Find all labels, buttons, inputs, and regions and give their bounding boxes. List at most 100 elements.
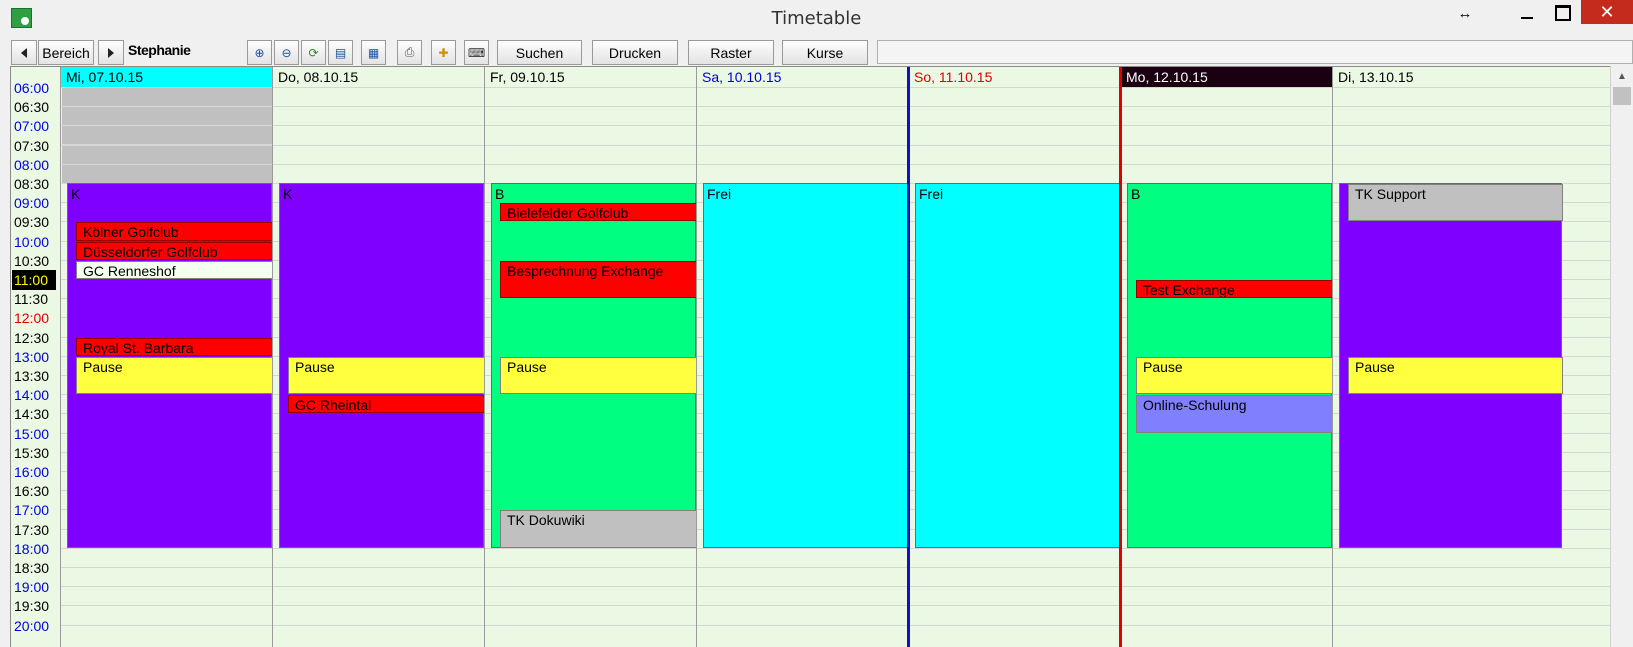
day-header[interactable]: So, 11.10.15 [909,67,1120,87]
weekend-divider-blue [907,67,910,647]
block-label: B [495,186,505,202]
vertical-scrollbar[interactable]: ▲ [1610,66,1633,647]
appointment[interactable]: Pause [1136,356,1333,395]
keyboard-icon[interactable]: ⌨ [464,40,489,65]
courses-button-label: Kurse [806,44,844,61]
appointment[interactable]: Online-Schulung [1136,395,1333,433]
appointment[interactable]: TK Dokuwiki [500,510,697,548]
day-header[interactable]: Di, 13.10.15 [1333,67,1562,87]
toolbar-status-field [877,40,1633,64]
area-button-label: Bereich [42,44,90,61]
triangle-left-icon [21,47,27,58]
block-label: B [1131,186,1141,202]
day-column[interactable]: Di, 13.10.15 TK Support Pause [1332,67,1563,647]
zoom-out-icon[interactable]: ⊖ [274,40,299,65]
print-button-label: Drucken [608,44,662,61]
time-label: 17:30 [14,521,50,538]
scroll-up-icon[interactable]: ▲ [1611,66,1633,86]
time-label: 13:30 [14,368,50,384]
block-label: Frei [919,186,944,202]
appointment[interactable]: Test Exchange [1136,280,1333,299]
time-label: 06:00 [14,80,50,96]
close-button[interactable]: ✕ [1581,0,1633,24]
time-label: 19:30 [14,598,50,615]
appointment[interactable]: Bielefelder Golfclub [500,203,697,222]
time-label: 15:30 [14,444,50,461]
courses-button[interactable]: Kurse [782,40,868,65]
time-label: 10:00 [14,233,50,250]
next-button[interactable] [98,40,124,65]
appointment[interactable]: Düsseldorfer Golfclub [76,241,273,260]
day-column[interactable]: Sa, 10.10.15 Frei [696,67,908,647]
resize-arrows-icon[interactable]: ↔ [1450,0,1480,26]
triangle-right-icon [108,47,114,58]
appointment[interactable]: Pause [1348,356,1563,395]
day-header[interactable]: Do, 08.10.15 [273,67,484,87]
appointment[interactable]: Pause [500,356,697,395]
day-column[interactable]: Do, 08.10.15 K Pause GC Rheintal [272,67,485,647]
print-button[interactable]: Drucken [592,40,678,65]
time-label: 11:30 [14,291,48,308]
day-column[interactable]: So, 11.10.15 Frei [908,67,1120,647]
appointment[interactable]: Besprechnung Exchange [500,260,697,299]
day-header[interactable]: Sa, 10.10.15 [697,67,908,87]
appointment[interactable]: TK Support [1348,184,1563,222]
user-name[interactable]: Stephanie [128,42,238,62]
refresh-icon[interactable]: ⟳ [301,40,326,65]
time-label: 13:00 [14,348,50,365]
time-label: 12:30 [14,329,50,346]
time-label: 15:00 [14,425,50,442]
availability-block[interactable]: Frei [703,183,908,548]
time-label: 18:00 [14,540,50,557]
time-label: 07:30 [14,137,50,154]
search-button-label: Suchen [515,44,564,61]
time-label: 17:00 [14,502,50,519]
appointment[interactable]: Royal St. Barbara [76,337,273,356]
time-label: 19:00 [14,579,50,596]
appointment[interactable]: Pause [288,356,485,395]
time-label: 09:30 [14,214,50,231]
grid-button[interactable]: Raster [688,40,774,65]
time-label: 11:00 [12,270,56,290]
day-header[interactable]: Mo, 12.10.15 [1121,67,1332,87]
time-column: 06:00 06:30 07:00 07:30 08:00 08:30 09:00 09:30… [11,67,60,647]
appointment[interactable]: Pause [76,356,273,395]
unavailable-slot [62,107,272,127]
time-label: 14:30 [14,406,50,423]
calendar-grid-icon[interactable]: ▦ [361,40,386,65]
window-title: Timetable [771,8,862,29]
title-bar: Timetable ↔ ✕ [0,0,1633,36]
appointment[interactable]: Kölner Golfclub [76,222,273,241]
day-column[interactable]: Mo, 12.10.15 B Test Exchange Pause Online-Sc… [1120,67,1333,647]
zoom-in-icon[interactable]: ⊕ [247,40,272,65]
block-label: K [71,186,81,202]
day-header[interactable]: Mi, 07.10.15 [61,67,272,87]
time-label: 20:00 [14,617,50,634]
weekend-divider-red [1119,67,1122,647]
prev-button[interactable] [11,40,37,65]
grid-button-label: Raster [710,44,752,61]
scroll-thumb[interactable] [1613,87,1631,105]
day-column[interactable]: Fr, 09.10.15 B Bielefelder Golfclub Besprec… [484,67,697,647]
appointment[interactable]: GC Renneshof [76,260,273,279]
day-column[interactable]: Mi, 07.10.15 K Kölner Golfclub Düsseldorfer… [60,67,273,647]
unavailable-slot [62,145,272,165]
day-header[interactable]: Fr, 09.10.15 [485,67,696,87]
block-label: Frei [707,186,732,202]
time-label: 08:30 [14,176,50,192]
appointment[interactable]: GC Rheintal [288,395,485,414]
list-view-icon[interactable]: ▤ [328,40,353,65]
print-preview-icon[interactable]: ⎙ [397,40,422,65]
maximize-button[interactable] [1545,0,1581,26]
search-button[interactable]: Suchen [497,40,582,65]
time-label: 16:30 [14,483,50,500]
time-label: 09:00 [14,195,50,212]
availability-block[interactable]: Frei [915,183,1120,548]
minimize-button[interactable] [1509,0,1545,26]
week-calendar[interactable]: 06:00 06:30 07:00 07:30 08:00 08:30 09:00 09:30… [10,66,1610,647]
new-appointment-icon[interactable]: ✚ [431,40,456,65]
block-label: K [283,186,293,202]
time-label: 10:30 [14,252,50,269]
unavailable-slot [62,88,272,107]
area-button[interactable]: Bereich [38,40,94,65]
